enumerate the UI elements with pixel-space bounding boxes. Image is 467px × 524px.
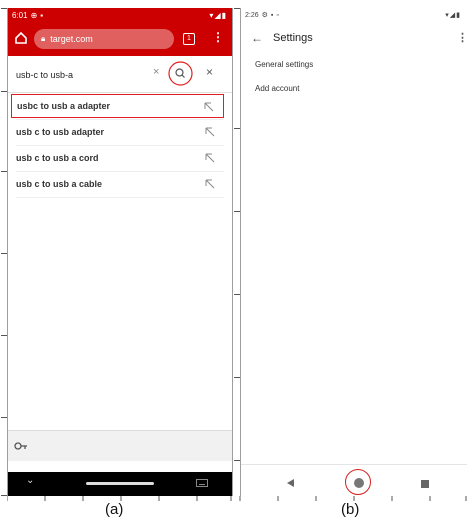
keyboard-toolbar bbox=[8, 430, 232, 461]
fill-query-arrow-icon[interactable] bbox=[204, 152, 216, 164]
home-gesture-bar[interactable] bbox=[86, 482, 154, 485]
phone-a-screen: 6:01 ⊕ ▪ ▾◢▮ 🔒︎ target.com 1 ⋮ × × usbc … bbox=[7, 8, 233, 496]
status-bar: 6:01 ⊕ ▪ ▾◢▮ bbox=[8, 8, 232, 22]
caption-b: (b) bbox=[341, 501, 360, 518]
notification-icon: ⊕ bbox=[30, 10, 38, 20]
suggestion-label: usb c to usb adapter bbox=[16, 127, 105, 137]
chevron-down-icon[interactable]: ⌄ bbox=[26, 475, 34, 486]
search-input[interactable] bbox=[14, 64, 168, 86]
caption-a: (a) bbox=[105, 501, 124, 518]
suggestion-label: usbc to usb a adapter bbox=[17, 101, 111, 111]
home-nav-icon[interactable] bbox=[354, 478, 364, 488]
back-arrow-icon[interactable]: ← bbox=[251, 31, 263, 45]
sd-card-icon: ▪ bbox=[40, 10, 44, 20]
status-time: 6:01 bbox=[12, 10, 28, 20]
signal-battery-icon: ▾◢▮ bbox=[209, 10, 227, 20]
menu-item-add-account[interactable]: Add account bbox=[255, 84, 299, 93]
status-bar: 2:26 ⚙ ▪ ▫ ▾◢▮ bbox=[241, 8, 467, 22]
search-row: × × bbox=[8, 56, 232, 93]
navigation-bar bbox=[241, 469, 467, 496]
suggestion-item-2[interactable]: usb c to usb adapter bbox=[11, 120, 224, 144]
bottom-axis-ticks bbox=[7, 496, 467, 501]
close-search-icon[interactable]: × bbox=[206, 65, 213, 79]
key-icon[interactable] bbox=[14, 440, 28, 452]
home-icon[interactable] bbox=[14, 31, 28, 45]
suggestion-item-4[interactable]: usb c to usb a cable bbox=[11, 172, 224, 196]
suggestion-item-3[interactable]: usb c to usb a cord bbox=[11, 146, 224, 170]
url-text: target.com bbox=[50, 34, 93, 44]
tab-switcher-button[interactable]: 1 bbox=[183, 33, 195, 45]
page-title: Settings bbox=[273, 32, 313, 44]
more-menu-icon[interactable]: ⋮ bbox=[457, 31, 467, 44]
status-time: 2:26 bbox=[245, 11, 259, 19]
fill-query-arrow-icon[interactable] bbox=[204, 126, 216, 138]
nav-divider bbox=[241, 464, 467, 465]
navigation-bar: ⌄ bbox=[8, 472, 232, 496]
suggestion-item-1[interactable]: usbc to usb a adapter bbox=[11, 94, 224, 118]
menu-item-general-settings[interactable]: General settings bbox=[255, 60, 313, 69]
phone-b-screen: 2:26 ⚙ ▪ ▫ ▾◢▮ ← Settings ⋮ General sett… bbox=[240, 8, 467, 496]
app-bar: ← Settings ⋮ bbox=[241, 26, 467, 52]
suggestion-label: usb c to usb a cord bbox=[16, 153, 99, 163]
notification-icon: ▫ bbox=[276, 11, 279, 19]
fill-query-arrow-icon[interactable] bbox=[203, 101, 215, 113]
sd-card-icon: ▪ bbox=[270, 11, 274, 19]
clear-search-icon[interactable]: × bbox=[153, 66, 159, 78]
signal-battery-icon: ▾◢▮ bbox=[445, 12, 461, 19]
back-nav-icon[interactable] bbox=[287, 479, 294, 487]
settings-status-icon: ⚙ bbox=[261, 12, 268, 19]
keyboard-icon[interactable] bbox=[196, 479, 208, 487]
fill-query-arrow-icon[interactable] bbox=[204, 178, 216, 190]
recents-nav-icon[interactable] bbox=[421, 480, 429, 488]
lock-icon: 🔒︎ bbox=[41, 34, 46, 43]
browser-toolbar: 🔒︎ target.com 1 ⋮ bbox=[8, 22, 232, 56]
search-button[interactable] bbox=[168, 61, 193, 86]
url-bar[interactable]: 🔒︎ target.com bbox=[34, 29, 174, 49]
more-menu-icon[interactable]: ⋮ bbox=[212, 30, 224, 44]
suggestion-label: usb c to usb a cable bbox=[16, 179, 103, 189]
